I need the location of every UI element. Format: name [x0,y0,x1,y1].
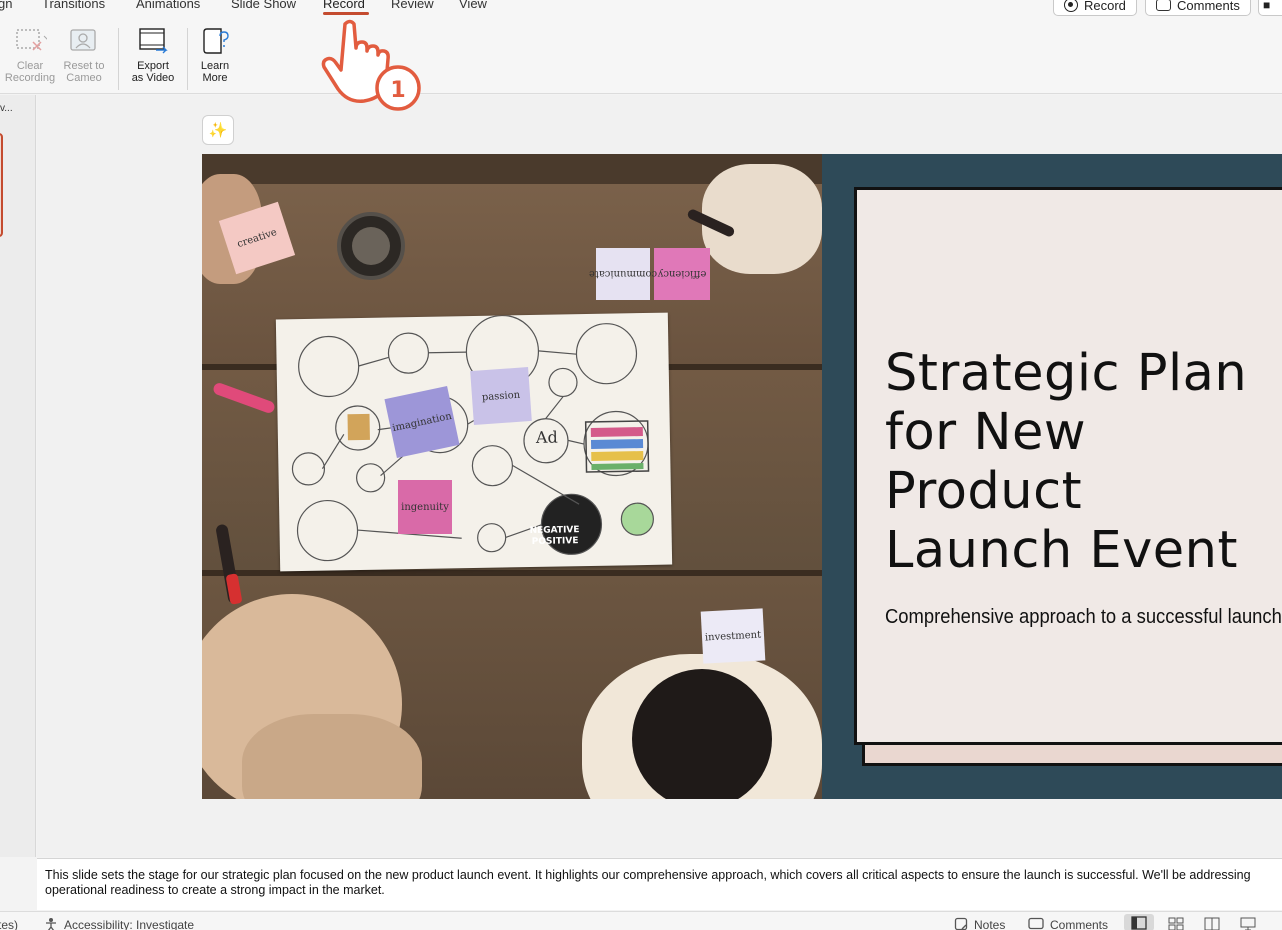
selected-slide-thumbnail[interactable] [0,133,3,237]
sticky-note: communicate [589,248,657,300]
reset-cameo-line1: Reset to [63,60,105,72]
film-export-icon [139,28,168,54]
accessibility-icon [46,918,56,930]
learn-more-line1: Learn [200,60,230,72]
export-video-button[interactable]: Export as Video [128,26,178,84]
svg-text:NEGATIVE: NEGATIVE [529,525,579,536]
comments-icon [1028,917,1044,930]
designer-button[interactable]: ✨ [202,115,234,145]
reset-cameo-icon [70,29,96,51]
notes-toggle[interactable]: Notes [974,918,1005,930]
magic-sparkle-icon: ✨ [208,122,228,139]
export-video-line1: Export [137,60,169,72]
ribbon-divider [187,28,188,90]
share-icon: ■ [1263,0,1271,12]
clear-recording-icon [16,29,47,51]
learn-more-line2: More [202,72,228,84]
svg-text:Ad: Ad [535,428,558,447]
ribbon-divider [118,28,119,90]
comments-button[interactable]: Comments [1145,0,1251,16]
record-button-label: Record [1084,0,1126,13]
reset-cameo-line2: Cameo [66,72,102,84]
pane-truncated-label: v... [0,103,13,114]
share-button[interactable]: ■ [1258,0,1282,16]
slide-subtitle[interactable]: Comprehensive approach to a successful l… [885,606,1282,629]
slideshow-icon[interactable] [1240,917,1256,930]
sticky-note: investment [700,608,766,664]
comments-button-label: Comments [1177,0,1240,13]
tab-design[interactable]: gn [0,0,12,11]
reset-cameo-button[interactable]: Reset to Cameo [60,26,108,84]
slide[interactable]: NEGATIVE POSITIVE Ad passion imagination… [202,154,1282,799]
clear-recording-button[interactable]: Clear Recording [4,26,56,84]
reading-view-icon[interactable] [1204,917,1220,930]
slide-thumbnail-pane[interactable]: v... [0,95,36,857]
record-button[interactable]: Record [1053,0,1137,16]
ribbon-toolbar: Clear Recording Reset to Cameo Export as… [0,18,1282,94]
speaker-notes[interactable]: This slide sets the stage for our strate… [37,858,1282,910]
export-video-line2: as Video [131,72,175,84]
slide-sorter-icon[interactable] [1168,917,1184,930]
sticky-note: passion [470,367,532,425]
svg-text:POSITIVE: POSITIVE [532,536,579,547]
slide-title[interactable]: Strategic Plan for New Product Launch Ev… [885,344,1282,580]
tab-animations[interactable]: Animations [136,0,200,11]
tab-view[interactable]: View [459,0,487,11]
sticky-note: ingenuity [398,480,452,534]
help-book-icon [203,28,229,54]
tab-slide-show[interactable]: Slide Show [231,0,296,11]
normal-view-button[interactable] [1124,914,1154,930]
tab-transitions[interactable]: Transitions [42,0,105,11]
ribbon-tabs: gn Transitions Animations Slide Show Rec… [0,0,1282,18]
status-slide-fragment: tes) [0,918,19,930]
learn-more-button[interactable]: Learn More [196,26,234,84]
normal-view-icon [1131,916,1147,930]
clear-recording-line1: Clear [16,60,44,72]
notes-icon [954,917,968,930]
record-icon [1064,0,1078,12]
accessibility-status[interactable]: Accessibility: Investigate [64,918,194,930]
comments-toggle[interactable]: Comments [1050,918,1108,930]
step-number: 1 [390,78,405,103]
mind-map-paper: NEGATIVE POSITIVE Ad [275,312,673,572]
pointer-hand-icon: 1 [321,19,421,111]
sticky-note: efficiency [654,248,710,300]
status-bar: tes) Accessibility: Investigate Notes Co… [0,911,1282,930]
mind-map-drawing: NEGATIVE POSITIVE Ad [291,314,654,562]
comment-bubble-icon [1156,0,1171,11]
slide-photo[interactable]: NEGATIVE POSITIVE Ad passion imagination… [202,154,822,799]
clear-recording-line2: Recording [4,72,56,84]
